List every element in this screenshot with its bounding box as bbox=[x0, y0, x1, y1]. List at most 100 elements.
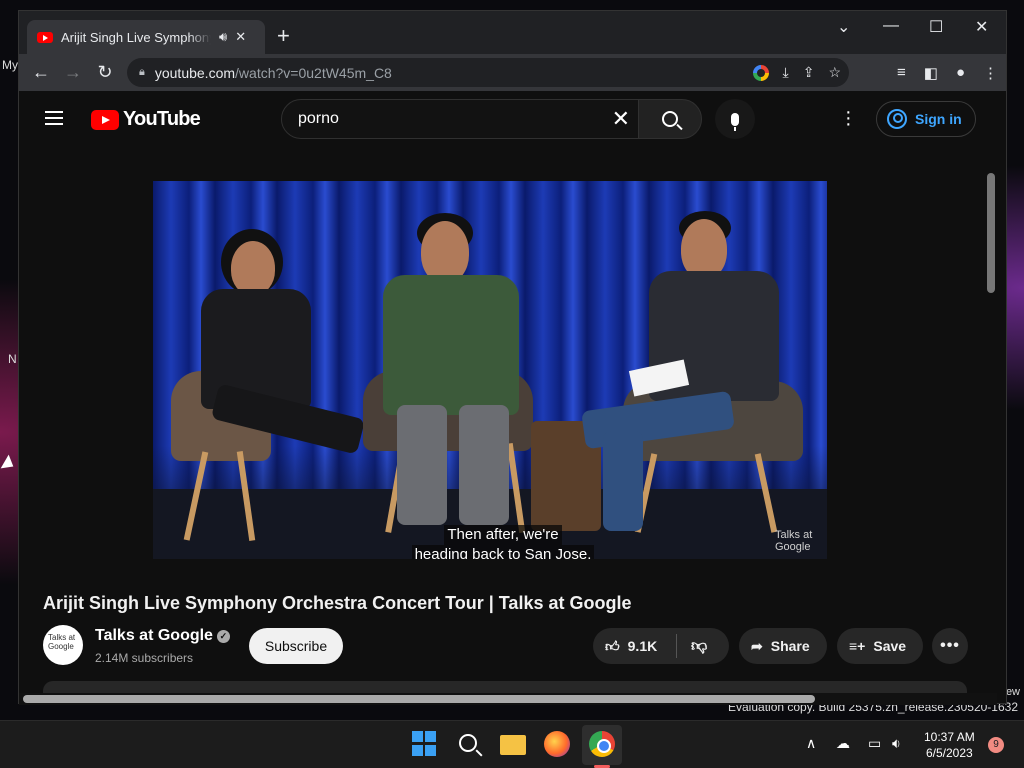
desktop-icon-label[interactable]: N bbox=[8, 352, 17, 366]
like-dislike-group: 👍︎ 9.1K 👎︎ bbox=[593, 628, 729, 664]
like-count: 9.1K bbox=[627, 638, 658, 654]
video-watermark: Talks at Google bbox=[775, 529, 813, 553]
maximize-button[interactable]: ☐ bbox=[929, 17, 943, 37]
horizontal-scrollbar-track bbox=[19, 693, 997, 705]
side-panel-icon[interactable]: ◧ bbox=[924, 64, 938, 82]
menu-kebab-icon[interactable]: ⋮ bbox=[983, 64, 998, 82]
thumbs-up-icon: 👍︎ bbox=[605, 637, 620, 654]
url-path: /watch?v=0u2tW45m_C8 bbox=[235, 64, 392, 81]
search-icon bbox=[662, 111, 678, 127]
subscribe-button[interactable]: Subscribe bbox=[249, 628, 343, 664]
desktop-text-fragment: ew bbox=[1005, 686, 1020, 698]
channel-name[interactable]: Talks at Google ✓ bbox=[95, 627, 230, 645]
person-head bbox=[231, 241, 275, 295]
taskbar-search-icon[interactable] bbox=[459, 734, 477, 752]
share-arrow-icon: ➦ bbox=[751, 637, 763, 654]
close-tab-icon[interactable]: ✕ bbox=[235, 29, 246, 45]
video-title: Arijit Singh Live Symphony Orchestra Con… bbox=[43, 593, 632, 613]
search-button[interactable] bbox=[638, 99, 702, 139]
tab-search-icon[interactable]: ⌄ bbox=[837, 17, 850, 37]
tab-strip: Arijit Singh Live Symphony Orchestra Con… bbox=[19, 11, 1006, 54]
file-explorer-icon[interactable] bbox=[500, 735, 526, 755]
clock-date: 6/5/2023 bbox=[925, 746, 973, 760]
browser-toolbar: ← → ↻ 🔒︎ youtube.com/watch?v=0u2tW45m_C8… bbox=[19, 54, 1006, 91]
address-bar[interactable]: 🔒︎ youtube.com/watch?v=0u2tW45m_C8 ⤓ ⇪ ☆ bbox=[127, 58, 849, 87]
person-leg bbox=[603, 431, 643, 531]
mouse-cursor-icon bbox=[0, 454, 18, 474]
volume-icon[interactable]: 🔉︎ bbox=[892, 735, 901, 752]
video-player[interactable]: Talks at Google Then after, we're headin… bbox=[153, 181, 827, 559]
settings-kebab-icon[interactable]: · · · bbox=[845, 102, 852, 134]
youtube-page: YouTube porno ✕ · · · Sign in Talks at G… bbox=[19, 91, 997, 705]
like-button[interactable]: 👍︎ 9.1K bbox=[593, 634, 677, 658]
back-button[interactable]: ← bbox=[25, 62, 57, 83]
person-head bbox=[421, 221, 469, 283]
youtube-logo-text: YouTube bbox=[123, 108, 201, 130]
channel-name-text[interactable]: Talks at Google bbox=[95, 627, 213, 644]
person-leg bbox=[397, 405, 447, 525]
thumbs-down-icon: 👎︎ bbox=[691, 637, 708, 655]
more-actions-button[interactable]: ••• bbox=[932, 628, 968, 664]
youtube-play-logo-icon bbox=[91, 109, 119, 130]
browser-window: Arijit Singh Live Symphony Orchestra Con… bbox=[18, 10, 1007, 705]
sign-in-button[interactable]: Sign in bbox=[876, 101, 976, 137]
account-icon bbox=[887, 109, 907, 129]
desktop-icon-label[interactable]: My bbox=[2, 58, 18, 72]
firefox-icon[interactable] bbox=[544, 731, 570, 757]
clock-time: 10:37 AM bbox=[924, 730, 975, 744]
tray-chevron-up-icon[interactable]: ∧ bbox=[806, 735, 816, 752]
microphone-icon bbox=[731, 112, 739, 131]
youtube-logo[interactable]: YouTube bbox=[91, 108, 201, 131]
browser-tab-active[interactable]: Arijit Singh Live Symphony Orchestra Con… bbox=[27, 20, 265, 54]
notification-badge[interactable]: 9 bbox=[988, 737, 1004, 753]
caption-line: heading back to San Jose. bbox=[411, 545, 595, 559]
clear-search-icon[interactable]: ✕ bbox=[612, 106, 630, 132]
chrome-icon[interactable] bbox=[589, 731, 615, 757]
url-text: youtube.com/watch?v=0u2tW45m_C8 bbox=[155, 65, 392, 81]
share-button[interactable]: ➦ Share bbox=[739, 628, 827, 664]
person-leg bbox=[459, 405, 509, 525]
omnibox-actions: ⤓ ⇪ ☆ bbox=[752, 64, 841, 81]
sign-in-label: Sign in bbox=[915, 111, 962, 127]
bookmark-star-icon[interactable]: ☆ bbox=[828, 64, 841, 81]
taskbar-clock[interactable]: 10:37 AM 6/5/2023 bbox=[924, 729, 975, 761]
network-icon[interactable]: ▭ bbox=[868, 735, 881, 752]
profile-icon[interactable]: ● bbox=[956, 64, 965, 81]
forward-button[interactable]: → bbox=[57, 62, 89, 83]
toolbar-right-actions: ≡ ◧ ● ⋮ bbox=[897, 64, 998, 82]
caption-line: Then after, we're bbox=[444, 525, 562, 545]
subscriber-count: 2.14M subscribers bbox=[95, 651, 194, 665]
reload-button[interactable]: ↻ bbox=[89, 62, 121, 83]
channel-avatar[interactable]: Talks at Google bbox=[43, 625, 83, 665]
voice-search-button[interactable] bbox=[715, 99, 755, 139]
youtube-favicon-icon bbox=[37, 31, 53, 43]
youtube-header: YouTube porno ✕ · · · Sign in bbox=[19, 91, 997, 147]
url-host: youtube.com bbox=[154, 64, 236, 81]
tab-title: Arijit Singh Live Symphony Orchestra Con… bbox=[61, 29, 211, 45]
cloud-offline-icon[interactable]: ☁︎ bbox=[836, 735, 850, 752]
dislike-button[interactable]: 👎︎ bbox=[677, 637, 707, 656]
taskbar: ∧ ☁︎ ▭ 🔉︎ 10:37 AM 6/5/2023 9 bbox=[0, 720, 1024, 768]
save-label: Save bbox=[873, 638, 907, 654]
start-windows-icon[interactable] bbox=[412, 731, 438, 757]
person-body bbox=[383, 275, 519, 415]
save-button[interactable]: ≡+ Save bbox=[837, 628, 923, 664]
lock-icon[interactable]: 🔒︎ bbox=[139, 66, 145, 79]
horizontal-scrollbar[interactable] bbox=[23, 695, 815, 703]
vertical-scrollbar[interactable] bbox=[987, 173, 995, 293]
new-tab-button[interactable]: + bbox=[277, 23, 290, 49]
speaker-icon[interactable]: 🔊︎ bbox=[219, 29, 227, 45]
google-lens-icon[interactable] bbox=[752, 64, 769, 81]
share-page-icon[interactable]: ⇪ bbox=[803, 64, 815, 81]
more-horizontal-icon: ••• bbox=[940, 637, 960, 654]
media-control-icon[interactable]: ≡ bbox=[897, 64, 906, 81]
verified-check-icon: ✓ bbox=[216, 630, 230, 643]
install-icon[interactable]: ⤓ bbox=[783, 64, 789, 81]
close-window-button[interactable]: ✕ bbox=[975, 17, 988, 37]
hamburger-menu-icon[interactable] bbox=[45, 111, 63, 129]
playlist-add-icon: ≡+ bbox=[849, 638, 866, 654]
minimize-button[interactable]: — bbox=[883, 17, 899, 35]
closed-caption: Then after, we're heading back to San Jo… bbox=[403, 525, 603, 559]
search-input[interactable]: porno ✕ bbox=[281, 99, 639, 139]
person-head bbox=[681, 219, 727, 279]
